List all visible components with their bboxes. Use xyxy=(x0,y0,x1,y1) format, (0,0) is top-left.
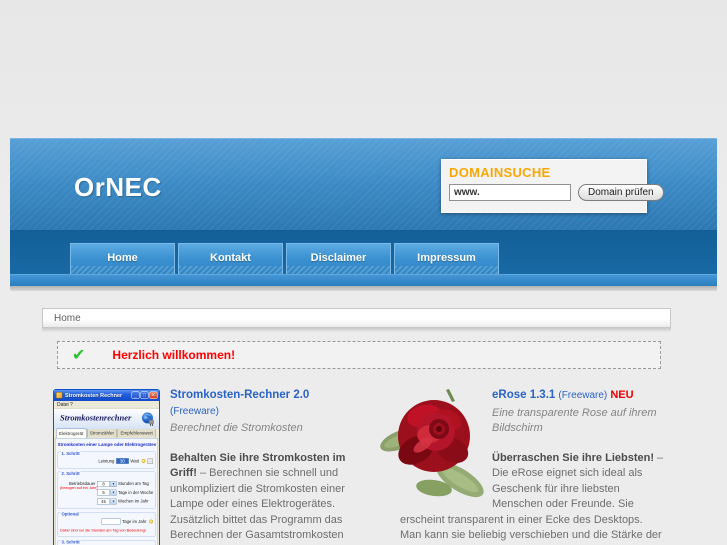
rose-image xyxy=(380,388,492,504)
xp-minimize-icon: _ xyxy=(131,391,140,399)
xp-menubar: Datei ? xyxy=(54,401,159,409)
xp-leistung-unit: Watt xyxy=(130,458,139,464)
nav-tab-disclaimer[interactable]: Disclaimer xyxy=(286,243,391,274)
dropdown-arrow-icon: ▼ xyxy=(110,498,117,505)
xp-body: Stromkosten einer Lampe oder Elektrogerä… xyxy=(55,438,158,545)
xp-step1-group: 1. Schritt Leistung 30 Watt xyxy=(57,450,156,469)
domain-search-title: DOMAINSUCHE xyxy=(449,165,551,180)
welcome-message: Herzlich willkommen! xyxy=(112,348,236,362)
xp-weeks-unit: Wochen im Jahr xyxy=(118,498,149,504)
xp-heading: Stromkosten einer Lampe oder Elektrogerä… xyxy=(57,442,157,447)
header-shadow-strip xyxy=(10,286,717,291)
bulb-icon xyxy=(149,519,153,524)
xp-window-title: Stromkosten Rechner xyxy=(65,392,123,399)
xp-leistung-label: Leistung xyxy=(98,458,115,464)
xp-step2-group: 2. Schritt (bezogen auf ein Jahr) Betrie… xyxy=(57,471,156,509)
xp-step1-label: 1. Schritt xyxy=(60,450,81,456)
xp-daysyear-unit: Tage im Jahr xyxy=(122,518,147,524)
xp-app-title: Stromkostenrechner xyxy=(60,413,132,423)
xp-hours-input: 8 xyxy=(97,480,110,487)
xp-days-unit: Tage in der Woche xyxy=(118,489,154,495)
domain-search-input[interactable] xyxy=(449,184,571,201)
page-container: OrNEC DOMAINSUCHE Domain prüfen Home Kon… xyxy=(10,138,717,291)
domain-search-widget: DOMAINSUCHE Domain prüfen xyxy=(441,159,664,213)
main-navigation: Home Kontakt Disclaimer Impressum xyxy=(10,230,717,274)
xp-step2-note: (bezogen auf ein Jahr) xyxy=(60,485,98,491)
xp-step3-label: 3. Schritt xyxy=(60,539,81,545)
xp-leistung-input: 30 xyxy=(115,458,129,465)
dropdown-arrow-icon: ▼ xyxy=(110,480,117,487)
xp-optional-group: Optional Tage im Jahr Dabei sind nur die… xyxy=(57,511,156,537)
product-description-text: – Berechnen sie schnell und unkomplizier… xyxy=(170,467,345,545)
nav-tab-impressum[interactable]: Impressum xyxy=(394,243,499,274)
xp-daysyear-input xyxy=(101,518,121,525)
dropdown-arrow-icon: ▼ xyxy=(110,489,117,496)
product-license: (Freeware) xyxy=(558,390,608,401)
site-logo: OrNEC xyxy=(74,172,162,202)
xp-tabs: Elektrogerät Stromzähler Empfehlenswert xyxy=(54,427,159,438)
xp-optional-label: Optional xyxy=(60,511,80,517)
xp-info-button xyxy=(147,458,153,464)
xp-app-icon xyxy=(56,392,63,399)
xp-tab-stromzaehler: Stromzähler xyxy=(86,427,118,438)
xp-close-icon: × xyxy=(149,391,158,399)
domain-check-button[interactable]: Domain prüfen xyxy=(578,184,664,201)
xp-maximize-icon: □ xyxy=(140,391,149,399)
breadcrumb-shadow xyxy=(42,328,671,332)
xp-weeks-input: 45 xyxy=(97,498,110,505)
product-stromkosten-rechner: Stromkosten Rechner _ □ × Datei ? Stromk… xyxy=(53,388,349,545)
check-icon: ✔ xyxy=(72,347,86,364)
welcome-banner: ✔ Herzlich willkommen! xyxy=(57,341,661,369)
xp-titlebar: Stromkosten Rechner _ □ × xyxy=(54,390,159,401)
site-header: OrNEC DOMAINSUCHE Domain prüfen xyxy=(10,138,717,230)
nav-bottom-strip xyxy=(10,274,717,286)
globe-plug-icon xyxy=(141,412,155,429)
xp-tab-empfehlenswert: Empfehlenswert xyxy=(117,427,156,438)
xp-app-header: Stromkostenrechner xyxy=(54,409,159,429)
breadcrumb[interactable]: Home xyxy=(42,308,671,328)
stromkosten-rechner-screenshot: Stromkosten Rechner _ □ × Datei ? Stromk… xyxy=(53,389,160,545)
nav-tab-home[interactable]: Home xyxy=(70,243,175,274)
xp-days-input: 5 xyxy=(97,489,110,496)
product-erose: eRose 1.3.1 (Freeware) NEU Eine transpar… xyxy=(380,388,666,545)
xp-step3-group: 3. Schritt Strompreis 14,2 Cent/kWh xyxy=(57,539,156,545)
product-lead: Überraschen Sie ihre Liebsten! xyxy=(492,451,654,464)
product-license: (Freeware) xyxy=(170,405,219,417)
product-title-link[interactable]: eRose 1.3.1 xyxy=(492,389,555,401)
xp-tab-elektrogeraet: Elektrogerät xyxy=(56,428,87,438)
product-title-link[interactable]: Stromkosten-Rechner 2.0 xyxy=(170,389,309,401)
new-badge: NEU xyxy=(610,389,634,401)
xp-step2-label: 2. Schritt xyxy=(60,471,81,476)
content-columns: Stromkosten Rechner _ □ × Datei ? Stromk… xyxy=(0,388,727,545)
nav-tab-kontakt[interactable]: Kontakt xyxy=(178,243,283,274)
bulb-icon xyxy=(141,459,146,464)
xp-hours-unit: Stunden am Tag xyxy=(118,481,149,486)
xp-optional-warning: Dabei sind nur die Stunden am Tag von Be… xyxy=(60,528,146,533)
